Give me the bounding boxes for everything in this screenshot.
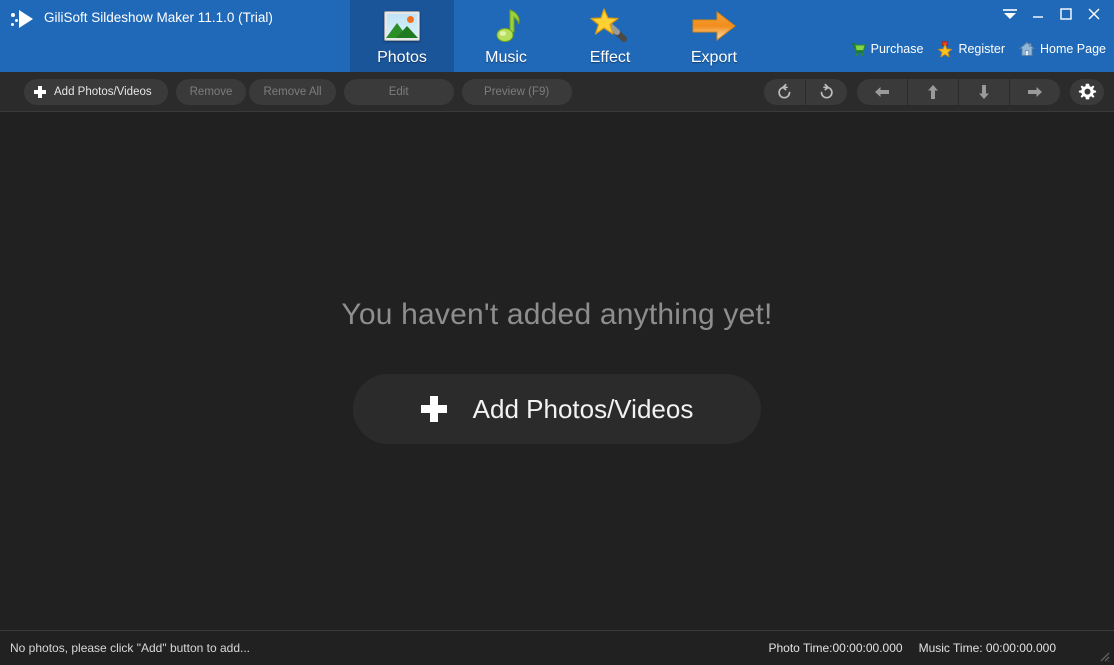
play-logo-icon bbox=[10, 9, 36, 29]
toolbar-right-group bbox=[764, 78, 1104, 105]
home-page-link-label: Home Page bbox=[1039, 42, 1106, 56]
rotate-group bbox=[764, 78, 847, 105]
toolbar: Add Photos/Videos Remove Remove All Edit… bbox=[0, 72, 1114, 112]
music-time-label: Music Time: 00:00:00.000 bbox=[918, 641, 1056, 655]
edit-button[interactable]: Edit bbox=[343, 78, 454, 105]
arrow-down-icon bbox=[979, 84, 989, 99]
rotate-left-icon bbox=[778, 83, 791, 99]
home-page-link[interactable]: Home Page bbox=[1018, 41, 1106, 57]
star-icon bbox=[938, 41, 953, 57]
move-right-button[interactable] bbox=[1010, 79, 1060, 105]
status-bar: No photos, please click "Add" button to … bbox=[0, 630, 1114, 665]
register-link[interactable]: Register bbox=[937, 41, 1005, 57]
music-note-icon bbox=[489, 5, 523, 47]
house-icon bbox=[1018, 41, 1035, 56]
maximize-button[interactable] bbox=[1052, 4, 1080, 24]
tab-effect-label: Effect bbox=[589, 49, 631, 66]
plus-icon bbox=[34, 85, 46, 98]
purchase-link-label: Purchase bbox=[870, 42, 924, 56]
picture-icon bbox=[384, 5, 420, 47]
tab-effect[interactable]: Effect bbox=[558, 0, 662, 72]
toolbar-left-group: Add Photos/Videos Remove Remove All Edit… bbox=[24, 78, 572, 105]
rotate-right-button[interactable] bbox=[806, 79, 847, 105]
remove-all-button[interactable]: Remove All bbox=[249, 78, 336, 105]
tab-export-label: Export bbox=[690, 49, 738, 66]
arrow-right-icon bbox=[690, 5, 738, 47]
tab-photos-label: Photos bbox=[377, 49, 427, 66]
main-tabs: Photos Music Effect Export bbox=[350, 0, 766, 72]
photo-time-label: Photo Time:00:00:00.000 bbox=[768, 641, 903, 655]
gear-icon bbox=[1078, 83, 1096, 100]
collapse-button[interactable] bbox=[996, 4, 1024, 24]
tab-export[interactable]: Export bbox=[662, 0, 766, 72]
resize-grip[interactable] bbox=[1097, 649, 1111, 663]
move-left-button[interactable] bbox=[857, 79, 907, 105]
arrow-right-icon bbox=[1028, 86, 1042, 97]
settings-button[interactable] bbox=[1070, 78, 1104, 105]
title-bar: GiliSoft Sildeshow Maker 11.1.0 (Trial) … bbox=[0, 0, 1114, 72]
minimize-button[interactable] bbox=[1024, 4, 1052, 24]
preview-button[interactable]: Preview (F9) bbox=[461, 78, 572, 105]
rotate-left-button[interactable] bbox=[764, 79, 805, 105]
move-up-button[interactable] bbox=[908, 79, 958, 105]
tab-music[interactable]: Music bbox=[454, 0, 558, 72]
magic-wand-icon bbox=[590, 5, 630, 47]
arrow-left-icon bbox=[875, 86, 889, 97]
app-window: GiliSoft Sildeshow Maker 11.1.0 (Trial) … bbox=[0, 0, 1114, 665]
header-links: Purchase Register Home Page bbox=[850, 41, 1106, 57]
tab-photos[interactable]: Photos bbox=[350, 0, 454, 72]
tab-music-label: Music bbox=[485, 49, 527, 66]
status-message: No photos, please click "Add" button to … bbox=[10, 641, 250, 655]
app-title: GiliSoft Sildeshow Maker 11.1.0 (Trial) bbox=[44, 10, 273, 25]
rotate-right-icon bbox=[820, 83, 833, 99]
title-bar-right: Purchase Register Home Page bbox=[766, 0, 1114, 72]
status-times: Photo Time:00:00:00.000 Music Time: 00:0… bbox=[768, 641, 1104, 655]
empty-state-message: You haven't added anything yet! bbox=[341, 298, 773, 331]
add-photos-videos-label: Add Photos/Videos bbox=[54, 85, 152, 98]
add-photos-videos-large-button[interactable]: Add Photos/Videos bbox=[353, 374, 761, 444]
move-group bbox=[857, 78, 1060, 105]
register-link-label: Register bbox=[958, 42, 1005, 56]
add-photos-videos-large-label: Add Photos/Videos bbox=[472, 393, 694, 424]
shopping-cart-icon bbox=[850, 43, 866, 56]
title-bar-left: GiliSoft Sildeshow Maker 11.1.0 (Trial) bbox=[0, 0, 350, 72]
window-controls bbox=[996, 4, 1108, 24]
move-down-button[interactable] bbox=[959, 79, 1009, 105]
arrow-up-icon bbox=[928, 84, 938, 99]
remove-button[interactable]: Remove bbox=[175, 78, 247, 105]
add-photos-videos-button[interactable]: Add Photos/Videos bbox=[24, 78, 168, 105]
main-content-area[interactable]: You haven't added anything yet! Add Phot… bbox=[0, 112, 1114, 630]
purchase-link[interactable]: Purchase bbox=[850, 41, 924, 57]
plus-icon bbox=[420, 396, 447, 422]
close-button[interactable] bbox=[1080, 4, 1108, 24]
